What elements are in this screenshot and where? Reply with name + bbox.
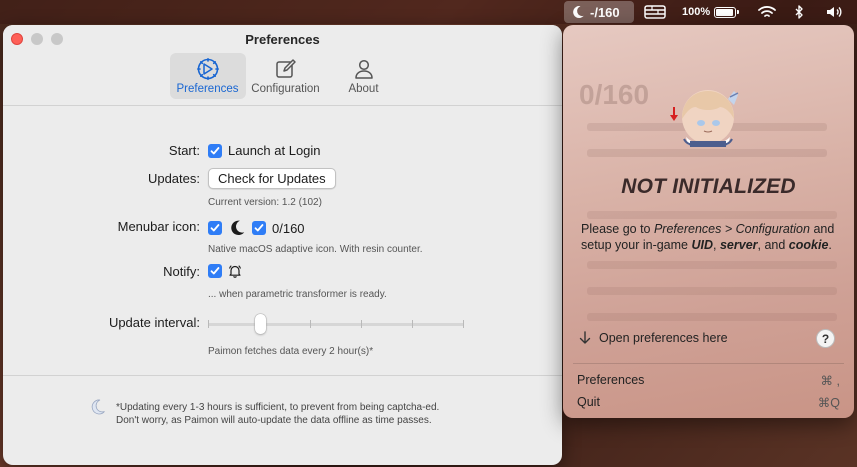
- volume-icon[interactable]: [826, 0, 844, 24]
- preferences-window: Preferences Preferences Configuration Ab…: [3, 25, 562, 465]
- footnote-text: *Updating every 1-3 hours is sufficient,…: [116, 401, 516, 427]
- slider-tick: [208, 320, 209, 328]
- battery-status[interactable]: 100%: [682, 0, 740, 24]
- menu-item-shortcut: ⌘ ,: [820, 374, 840, 388]
- menu-item-preferences[interactable]: Preferences ⌘ ,: [577, 373, 840, 388]
- menu-item-quit[interactable]: Quit ⌘Q: [577, 395, 840, 410]
- launch-at-login-checkbox[interactable]: Launch at Login: [208, 143, 321, 158]
- ghost-row: [587, 287, 837, 295]
- battery-icon: [714, 6, 740, 18]
- moon-icon: [91, 399, 105, 415]
- preferences-content: Start: Launch at Login Updates: Check fo…: [3, 106, 562, 376]
- bluetooth-icon[interactable]: [794, 0, 804, 24]
- footnote-line: *Updating every 1-3 hours is sufficient,…: [116, 402, 440, 413]
- bell-icon: [228, 265, 242, 278]
- slider-tick: [310, 320, 311, 328]
- notify-label: Notify:: [163, 264, 200, 279]
- menubar-dropdown-panel: 0/160 NOT INITIALIZED Please go to Prefe…: [563, 25, 854, 418]
- paimon-mascot-image: [670, 90, 739, 147]
- update-interval-label: Update interval:: [108, 315, 200, 330]
- tab-about[interactable]: About: [326, 53, 402, 99]
- person-icon: [354, 59, 373, 79]
- msg-uid: UID: [691, 238, 714, 252]
- arrow-down-icon: [579, 331, 591, 344]
- update-interval-slider[interactable]: [208, 314, 464, 334]
- resin-counter-label: 0/160: [272, 220, 305, 236]
- open-preferences-link[interactable]: Open preferences here: [579, 331, 728, 345]
- slider-tick: [463, 320, 464, 328]
- menu-item-shortcut: ⌘Q: [817, 396, 840, 410]
- menubar-status-label: -/160: [590, 4, 620, 20]
- tab-configuration[interactable]: Configuration: [248, 53, 324, 99]
- tab-preferences[interactable]: Preferences: [169, 53, 246, 99]
- tab-label: Preferences: [176, 83, 239, 95]
- gear-icon: [196, 57, 219, 81]
- menubar-icon-checkbox[interactable]: [208, 221, 222, 235]
- battery-percent: 100%: [682, 6, 711, 18]
- open-preferences-label: Open preferences here: [599, 331, 728, 345]
- msg-text: ,: [713, 238, 720, 252]
- menubar: -/160 100%: [0, 0, 857, 24]
- help-button[interactable]: ?: [816, 329, 835, 348]
- start-label: Start:: [168, 143, 200, 158]
- msg-text: , and: [757, 238, 789, 252]
- checkbox-checked-icon: [208, 143, 222, 158]
- ghost-counter: 0/160: [579, 79, 650, 110]
- slider-tick: [361, 320, 362, 328]
- moon-icon: [231, 220, 245, 236]
- ghost-row: [587, 261, 837, 269]
- tab-bar: Preferences Configuration About: [6, 53, 562, 99]
- menubar-icon-hint: Native macOS adaptive icon. With resin c…: [208, 244, 423, 255]
- tab-label: Configuration: [251, 83, 320, 95]
- footnote-area: *Updating every 1-3 hours is sufficient,…: [3, 376, 562, 436]
- menu-separator: [573, 363, 844, 364]
- menubar-icon-label: Menubar icon:: [117, 219, 200, 234]
- notify-checkbox[interactable]: [208, 264, 222, 278]
- drawer-icon[interactable]: [644, 0, 666, 24]
- titlebar: Preferences Preferences Configuration Ab…: [3, 25, 562, 106]
- launch-at-login-label: Launch at Login: [228, 143, 321, 158]
- resin-counter-checkbox[interactable]: [252, 221, 266, 235]
- menu-item-label: Quit: [577, 395, 600, 409]
- msg-cookie: cookie: [788, 238, 829, 252]
- updates-label: Updates:: [147, 171, 200, 186]
- check-for-updates-button[interactable]: Check for Updates: [208, 168, 336, 189]
- footnote-line: Don't worry, as Paimon will auto-update …: [116, 415, 432, 426]
- slider-knob[interactable]: [255, 314, 266, 334]
- status-title: NOT INITIALIZED: [621, 175, 796, 198]
- msg-text: Please go to: [581, 222, 654, 236]
- ghost-row: [587, 313, 837, 321]
- tab-label: About: [348, 83, 379, 95]
- wifi-icon[interactable]: [758, 0, 776, 24]
- menu-item-label: Preferences: [577, 373, 645, 387]
- current-version-text: Current version: 1.2 (102): [208, 197, 322, 208]
- slider-track: [208, 323, 464, 326]
- update-interval-hint: Paimon fetches data every 2 hour(s)*: [208, 346, 374, 357]
- moon-icon: [573, 6, 584, 19]
- ghost-row: [587, 211, 837, 219]
- window-title: Preferences: [245, 32, 320, 47]
- msg-path: Preferences > Configuration: [653, 222, 810, 236]
- notify-hint: ... when parametric transformer is ready…: [208, 289, 387, 300]
- setup-message: Please go to Preferences > Configuration…: [581, 221, 841, 253]
- msg-server: server: [719, 238, 758, 252]
- menubar-status-item[interactable]: -/160: [564, 1, 634, 23]
- edit-icon: [275, 59, 296, 78]
- msg-text: .: [828, 238, 832, 252]
- slider-tick: [412, 320, 413, 328]
